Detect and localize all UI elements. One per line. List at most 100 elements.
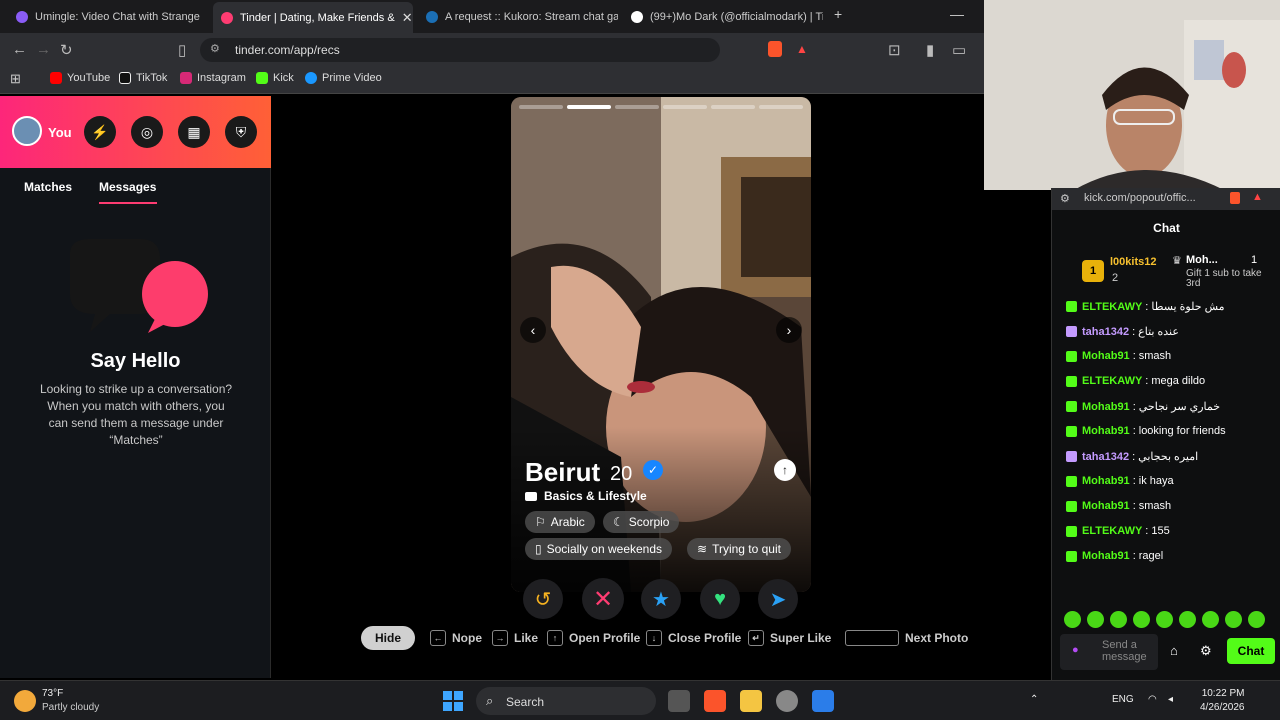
wifi-icon[interactable]: ◠ (1148, 694, 1157, 705)
brave-rewards-icon[interactable]: ▲ (796, 42, 808, 56)
chat-username[interactable]: ELTEKAWY (1082, 375, 1142, 387)
chat-username[interactable]: ELTEKAWY (1082, 525, 1142, 537)
chat-message: ELTEKAWY:155 (1066, 525, 1170, 537)
you-label[interactable]: You (48, 125, 72, 140)
video-app-icon[interactable] (812, 690, 834, 712)
explore-icon[interactable]: ◎ (131, 116, 163, 148)
emote-icon[interactable] (1248, 611, 1265, 628)
apps-grid-icon[interactable]: ⊞ (10, 71, 21, 87)
photo-progress-segment[interactable] (663, 105, 707, 109)
sidebar-toggle-icon[interactable]: ▮ (926, 41, 934, 59)
weather-icon[interactable] (14, 690, 36, 712)
emote-icon[interactable] (1202, 611, 1219, 628)
brave-browser-icon[interactable] (704, 690, 726, 712)
up-arrow-key-icon: ↑ (547, 630, 563, 646)
emote-bar[interactable] (1064, 611, 1265, 628)
chat-username[interactable]: Mohab91 (1082, 500, 1130, 512)
back-icon[interactable]: ← (12, 41, 27, 58)
nope-button[interactable]: ✕ (582, 578, 624, 620)
new-tab-icon[interactable]: + (834, 6, 842, 22)
boost-icon[interactable]: ⚡ (84, 116, 116, 148)
photo-progress-segment[interactable] (567, 105, 611, 109)
chat-username[interactable]: Mohab91 (1082, 475, 1130, 487)
bookmark-icon[interactable]: ▯ (178, 41, 186, 59)
close-icon[interactable]: ✕ (402, 10, 413, 26)
bookmark-prime-video[interactable]: Prime Video (305, 72, 382, 84)
tab-matches[interactable]: Matches (24, 180, 72, 194)
tab-messages[interactable]: Messages (99, 180, 156, 194)
emote-icon[interactable] (1110, 611, 1127, 628)
taskbar-search[interactable]: ⌕ Search (476, 687, 656, 715)
emote-icon[interactable] (1179, 611, 1196, 628)
reload-icon[interactable]: ↻ (60, 41, 73, 59)
minimize-icon[interactable]: — (950, 6, 964, 22)
bookmark-kick[interactable]: Kick (256, 72, 294, 84)
microphone-icon[interactable]: ● (1072, 644, 1079, 656)
chat-username[interactable]: Mohab91 (1082, 350, 1130, 362)
open-profile-button[interactable]: ↑ (774, 459, 796, 481)
emote-icon[interactable] (1225, 611, 1242, 628)
chat-username[interactable]: ELTEKAWY (1082, 301, 1142, 313)
super-like-button[interactable]: ★ (641, 579, 681, 619)
browser-tab-bar: Umingle: Video Chat with Strange Tinder … (0, 0, 984, 33)
photo-progress-segment[interactable] (615, 105, 659, 109)
boost-send-button[interactable]: ➤ (758, 579, 798, 619)
brave-shield-icon[interactable] (768, 41, 782, 57)
second-gifter-name: Moh... (1186, 254, 1218, 266)
previous-photo-button[interactable]: ‹ (520, 317, 546, 343)
chat-send-button[interactable]: Chat (1227, 638, 1275, 664)
language-indicator[interactable]: ENG (1112, 694, 1134, 705)
photo-progress-segment[interactable] (519, 105, 563, 109)
emote-icon[interactable] (1133, 611, 1150, 628)
url-field[interactable]: ⚙ tinder.com/app/recs (200, 38, 720, 62)
brave-shield-icon[interactable] (1230, 192, 1240, 204)
tab-tinder[interactable]: Tinder | Dating, Make Friends & ✕ (213, 2, 413, 33)
photo-progress-segment[interactable] (759, 105, 803, 109)
briefcase-icon[interactable]: ▦ (178, 116, 210, 148)
tray-chevron-icon[interactable]: ⌃ (1030, 694, 1038, 705)
obs-icon[interactable] (776, 690, 798, 712)
chat-url-text: kick.com/popout/offic... (1084, 192, 1196, 204)
site-settings-icon[interactable]: ⚙ (1060, 192, 1070, 205)
hint-close-profile: ↓ Close Profile (646, 630, 741, 646)
file-explorer-icon[interactable] (740, 690, 762, 712)
tab-umingle[interactable]: Umingle: Video Chat with Strange (8, 4, 208, 30)
hide-hints-button[interactable]: Hide (361, 626, 415, 650)
chat-message: taha1342: اميره بحجابي (1066, 450, 1198, 463)
bookmark-instagram[interactable]: Instagram (180, 72, 246, 84)
chat-username[interactable]: Mohab91 (1082, 401, 1130, 413)
like-button[interactable]: ♥ (700, 579, 740, 619)
brave-rewards-icon[interactable]: ▲ (1252, 191, 1263, 203)
avatar[interactable] (12, 116, 42, 146)
wallet-icon[interactable]: ▭ (952, 41, 966, 59)
screenshot-icon[interactable]: ⊡ (888, 41, 901, 59)
chat-username[interactable]: taha1342 (1082, 451, 1129, 463)
emote-icon[interactable] (1064, 611, 1081, 628)
emote-icon[interactable] (1087, 611, 1104, 628)
tab-kukoro[interactable]: A request :: Kukoro: Stream chat gam (418, 4, 618, 30)
photo-progress-segment[interactable] (711, 105, 755, 109)
bookmark-youtube[interactable]: YouTube (50, 72, 110, 84)
task-view-icon[interactable] (668, 690, 690, 712)
volume-icon[interactable]: ◂ (1168, 694, 1173, 705)
site-settings-icon[interactable]: ⚙ (210, 42, 220, 55)
chat-input[interactable]: ● Send a message (1060, 634, 1158, 670)
settings-gear-icon[interactable]: ⚙ (1200, 643, 1212, 659)
profile-card[interactable]: ‹ › Beirut 20 ✓ ↑ Basics & Lifestyle ⚐ Ar… (511, 97, 811, 592)
store-icon[interactable]: ⌂ (1170, 643, 1178, 658)
clock[interactable]: 10:22 PM 4/26/2026 (1200, 687, 1245, 715)
chip-drinking: ▯ Socially on weekends (525, 538, 673, 560)
chat-username[interactable]: Mohab91 (1082, 550, 1130, 562)
chat-username[interactable]: Mohab91 (1082, 425, 1130, 437)
rewind-button[interactable]: ↺ (523, 579, 563, 619)
tab-tiktok[interactable]: (99+)Mo Dark (@officialmodark) | Ti (623, 4, 823, 30)
forward-icon[interactable]: → (36, 41, 51, 58)
chat-username[interactable]: taha1342 (1082, 326, 1129, 338)
next-photo-button[interactable]: › (776, 317, 802, 343)
bookmark-tiktok[interactable]: TikTok (119, 72, 167, 84)
windows-start-icon[interactable] (443, 691, 463, 711)
safety-shield-icon[interactable]: ⛨ (225, 116, 257, 148)
emote-icon[interactable] (1156, 611, 1173, 628)
separator: : (1132, 325, 1136, 338)
chat-message-list[interactable]: ELTEKAWY: مش حلوة يسطا taha1342: عنده بتاع M… (1052, 300, 1280, 602)
